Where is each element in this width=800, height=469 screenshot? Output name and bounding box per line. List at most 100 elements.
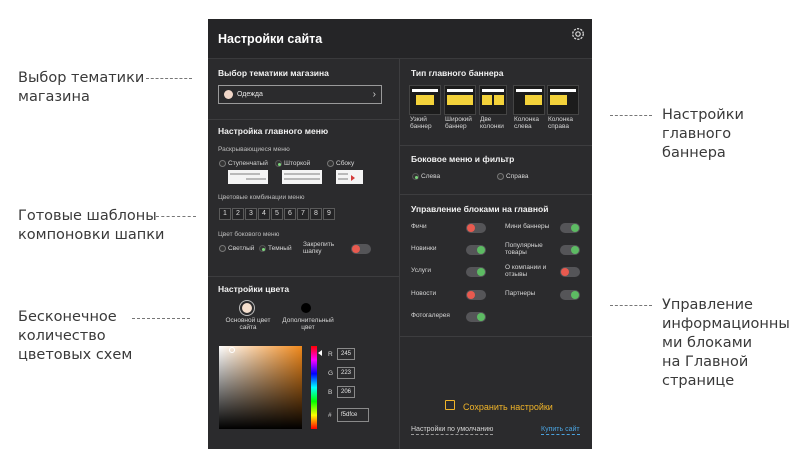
- annotation-line: Бесконечное: [18, 309, 117, 325]
- banner-label-two-columns: Две колонки: [480, 116, 504, 130]
- annotation-banner-settings: Настройки главного баннера: [662, 106, 744, 163]
- combo-2[interactable]: 2: [232, 208, 244, 220]
- default-settings-link[interactable]: Настройки по умолчанию: [411, 426, 494, 435]
- hex-input[interactable]: f5dfce: [337, 408, 369, 422]
- banner-thumb-two-columns[interactable]: [479, 85, 507, 115]
- annotation-line: Управление: [662, 297, 753, 313]
- menu-thumb-curtain[interactable]: [282, 170, 322, 184]
- radio-right[interactable]: [497, 173, 504, 180]
- radio-right-label: Справа: [506, 173, 529, 180]
- block-toggle-popular[interactable]: [560, 245, 580, 255]
- banner-label-wide: Широкий баннер: [445, 116, 472, 130]
- combo-5[interactable]: 5: [271, 208, 283, 220]
- panel-title: Настройки сайта: [218, 32, 323, 46]
- dropdown-menu-label: Раскрывающиеся меню: [218, 146, 290, 153]
- combo-8[interactable]: 8: [310, 208, 322, 220]
- banner-thumb-narrow[interactable]: [409, 85, 441, 115]
- banner-thumb-column-right[interactable]: [547, 85, 579, 115]
- block-label-line: товары: [505, 249, 527, 256]
- pin-header-toggle[interactable]: [351, 244, 371, 254]
- theme-select[interactable]: Одежда ›: [218, 85, 382, 104]
- block-label-gallery: Фотогалерея: [411, 312, 450, 319]
- combo-3[interactable]: 3: [245, 208, 257, 220]
- save-settings-button[interactable]: Сохранить настройки: [463, 402, 553, 412]
- annotation-line: цветовых схем: [18, 347, 133, 363]
- radio-side-label: Сбоку: [336, 160, 355, 167]
- banner-label-narrow: Узкий баннер: [410, 116, 432, 130]
- save-icon: [445, 400, 455, 410]
- menu-thumb-side[interactable]: [336, 170, 363, 184]
- block-label-about: О компании и отзывы: [505, 264, 546, 278]
- secondary-color-label-line: цвет: [301, 324, 315, 331]
- b-label: B: [328, 389, 333, 396]
- annotation-line: компоновки шапки: [18, 227, 165, 243]
- annotation-line: странице: [662, 373, 735, 389]
- banner-label-line: Узкий: [410, 116, 427, 123]
- radio-dark[interactable]: [259, 245, 266, 252]
- column-divider: [399, 59, 400, 449]
- block-label-features: Фичи: [411, 223, 427, 230]
- annotation-connector: [132, 318, 190, 319]
- block-toggle-about[interactable]: [560, 267, 580, 277]
- radio-stepped[interactable]: [219, 160, 226, 167]
- chevron-right-icon: ›: [372, 89, 376, 100]
- banner-label-line: баннер: [445, 123, 467, 130]
- color-picker-area[interactable]: [219, 346, 302, 429]
- panel-header: Настройки сайта: [208, 19, 592, 59]
- theme-section-title: Выбор тематики магазина: [218, 68, 329, 78]
- radio-left[interactable]: [412, 173, 419, 180]
- buy-site-link[interactable]: Купить сайт: [541, 426, 580, 435]
- hue-slider-handle[interactable]: [318, 350, 322, 356]
- section-divider: [208, 119, 399, 120]
- block-toggle-mini-banners[interactable]: [560, 223, 580, 233]
- g-input[interactable]: 223: [337, 367, 355, 379]
- color-picker-handle[interactable]: [229, 347, 235, 353]
- block-toggle-new[interactable]: [466, 245, 486, 255]
- block-label-news: Новости: [411, 290, 437, 297]
- primary-color-label-line: Основной цвет: [225, 317, 271, 324]
- block-toggle-gallery[interactable]: [466, 312, 486, 322]
- primary-color-label: Основной цвет сайта: [224, 317, 272, 331]
- theme-color-dot: [224, 90, 233, 99]
- block-toggle-services[interactable]: [466, 267, 486, 277]
- radio-light[interactable]: [219, 245, 226, 252]
- g-label: G: [328, 370, 334, 377]
- annotation-line: информационны: [662, 316, 790, 332]
- combo-9[interactable]: 9: [323, 208, 335, 220]
- annotation-line: Готовые шаблоны: [18, 208, 157, 224]
- annotation-line: баннера: [662, 145, 726, 161]
- primary-color-label-line: сайта: [239, 324, 257, 331]
- section-divider: [400, 336, 592, 337]
- secondary-color-label: Дополнительный цвет: [280, 317, 336, 331]
- banner-thumb-column-left[interactable]: [513, 85, 545, 115]
- block-toggle-features[interactable]: [466, 223, 486, 233]
- combo-4[interactable]: 4: [258, 208, 270, 220]
- radio-curtain[interactable]: [275, 160, 282, 167]
- primary-color-swatch[interactable]: [242, 303, 252, 313]
- gear-icon[interactable]: [570, 26, 586, 42]
- combo-7[interactable]: 7: [297, 208, 309, 220]
- combo-1[interactable]: 1: [219, 208, 231, 220]
- banner-label-line: Колонка: [514, 116, 539, 123]
- menu-thumb-stepped[interactable]: [228, 170, 268, 184]
- secondary-color-swatch[interactable]: [301, 303, 311, 313]
- color-section-title: Настройки цвета: [218, 284, 290, 294]
- block-toggle-partners[interactable]: [560, 290, 580, 300]
- banner-thumb-wide[interactable]: [444, 85, 476, 115]
- radio-light-label: Светлый: [228, 245, 255, 252]
- annotation-connector: [156, 216, 196, 217]
- section-divider: [208, 276, 399, 277]
- pin-header-label-line: Закрепить: [303, 241, 335, 248]
- b-input[interactable]: 206: [337, 386, 355, 398]
- banner-label-line: Колонка: [548, 116, 573, 123]
- block-toggle-news[interactable]: [466, 290, 486, 300]
- block-label-new: Новинки: [411, 245, 437, 252]
- radio-stepped-label: Ступенчатый: [228, 160, 268, 167]
- theme-select-value: Одежда: [237, 91, 263, 98]
- section-divider: [400, 194, 592, 195]
- radio-side[interactable]: [327, 160, 334, 167]
- combo-6[interactable]: 6: [284, 208, 296, 220]
- hue-slider[interactable]: [311, 346, 317, 429]
- r-input[interactable]: 245: [337, 348, 355, 360]
- annotation-connector: [610, 115, 652, 116]
